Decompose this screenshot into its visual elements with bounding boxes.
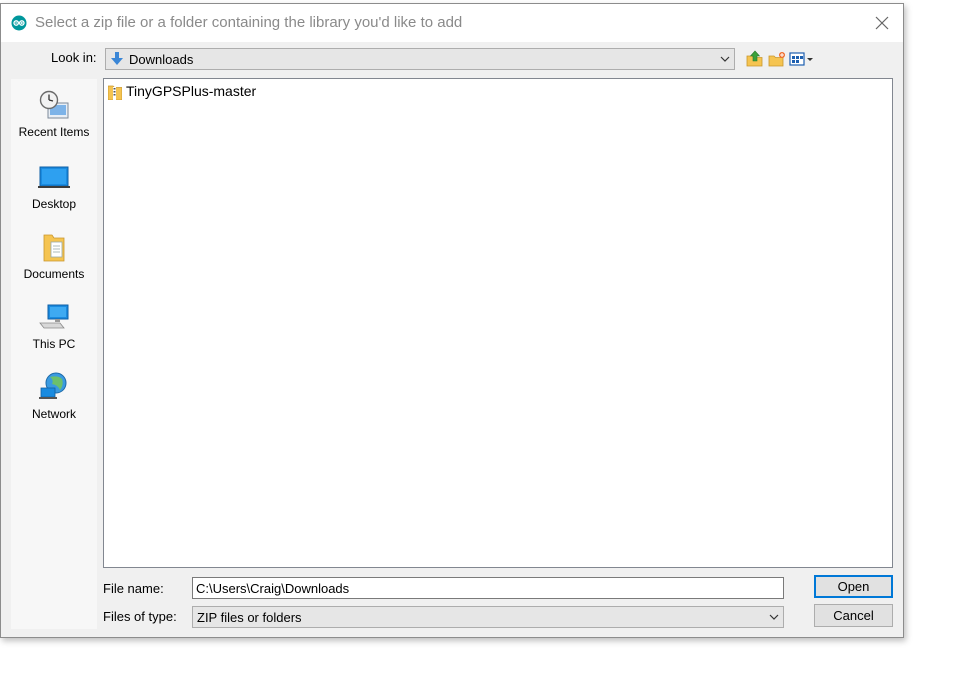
zip-folder-icon [108, 85, 122, 100]
place-label: This PC [32, 337, 76, 351]
file-name-input[interactable] [192, 577, 784, 599]
place-label: Network [31, 407, 76, 421]
file-list[interactable]: TinyGPSPlus-master [103, 78, 893, 568]
place-documents[interactable]: Documents [11, 231, 97, 293]
this-pc-icon [39, 304, 69, 329]
file-chooser-dialog: Select a zip file or a folder containing… [0, 3, 904, 638]
file-name-label: File name: [103, 581, 164, 596]
place-label: Documents [23, 267, 85, 281]
chevron-down-icon [720, 56, 730, 62]
arduino-app-icon [11, 15, 27, 31]
network-icon [39, 372, 67, 399]
look-in-value: Downloads [129, 52, 194, 67]
desktop-icon [38, 166, 70, 188]
place-recent-items[interactable]: Recent Items [11, 89, 97, 151]
place-this-pc[interactable]: This PC [11, 301, 97, 363]
up-folder-icon[interactable] [746, 50, 764, 68]
file-name: TinyGPSPlus-master [126, 83, 257, 99]
new-folder-icon[interactable] [768, 50, 786, 68]
window-title: Select a zip file or a folder containing… [35, 14, 463, 31]
downloads-icon [111, 52, 123, 65]
look-in-label: Look in: [51, 50, 97, 65]
file-type-value: ZIP files or folders [197, 610, 302, 625]
place-label: Recent Items [18, 125, 90, 139]
place-label: Desktop [31, 197, 77, 211]
cancel-button[interactable]: Cancel [814, 604, 893, 627]
look-in-dropdown[interactable]: Downloads [105, 48, 735, 70]
title-bar[interactable]: Select a zip file or a folder containing… [1, 4, 903, 42]
file-type-dropdown[interactable]: ZIP files or folders [192, 606, 784, 628]
documents-icon [43, 234, 65, 262]
place-desktop[interactable]: Desktop [11, 161, 97, 223]
places-bar: Recent Items Desktop Documents This PC N… [11, 79, 97, 629]
file-type-label: Files of type: [103, 609, 177, 624]
chevron-down-icon [769, 614, 779, 620]
view-menu-icon[interactable] [789, 50, 815, 68]
place-network[interactable]: Network [11, 371, 97, 433]
close-icon[interactable] [869, 10, 895, 36]
recent-items-icon [39, 90, 69, 119]
open-button[interactable]: Open [814, 575, 893, 598]
